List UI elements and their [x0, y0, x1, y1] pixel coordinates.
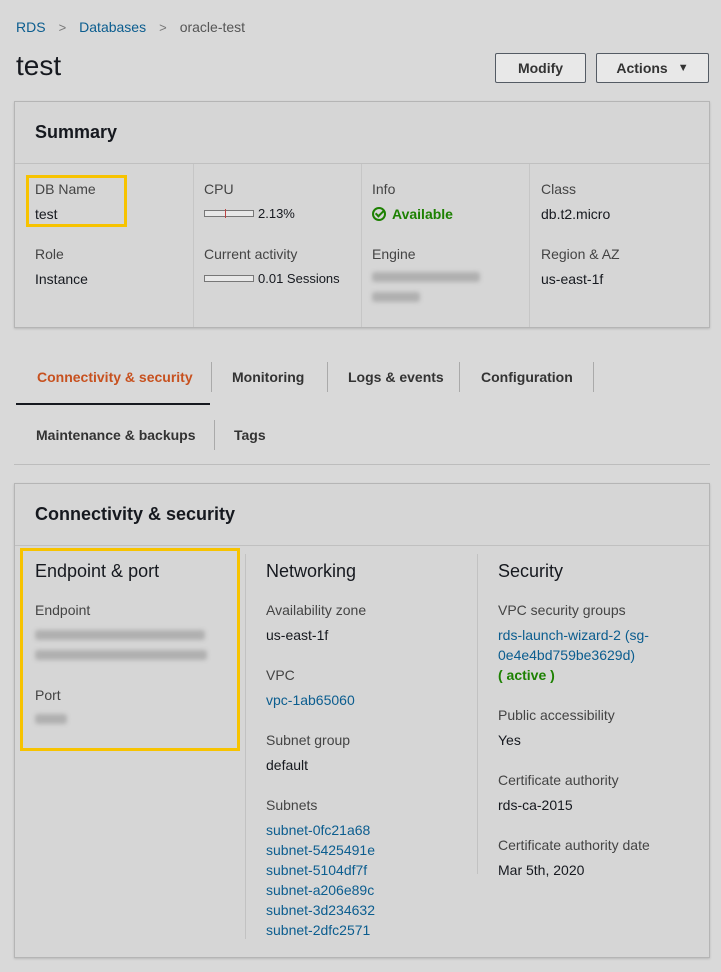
ca-date-value: Mar 5th, 2020: [498, 862, 585, 878]
region-label: Region & AZ: [541, 246, 620, 262]
modify-label: Modify: [517, 60, 564, 76]
tab-tags[interactable]: Tags: [234, 427, 266, 443]
security-group-link-cont[interactable]: 0e4e4bd759be3629d): [498, 647, 635, 663]
tab-divider: [459, 362, 460, 392]
endpoint-value-redacted: [35, 630, 205, 640]
subnet-link[interactable]: subnet-5104df7f: [266, 862, 367, 878]
column-divider: [245, 554, 246, 939]
db-name-label: DB Name: [35, 181, 96, 197]
endpoint-port-heading: Endpoint & port: [35, 561, 160, 581]
role-value: Instance: [35, 271, 88, 287]
engine-label: Engine: [372, 246, 416, 262]
breadcrumb: RDS > Databases > oracle-test: [16, 19, 245, 35]
class-label: Class: [541, 181, 577, 197]
tab-maintenance-backups[interactable]: Maintenance & backups: [36, 427, 196, 443]
breadcrumb-rds[interactable]: RDS: [16, 19, 46, 35]
public-access-value: Yes: [498, 732, 521, 748]
tab-divider: [214, 420, 215, 450]
cpu-meter: [204, 209, 254, 218]
security-groups-label: VPC security groups: [498, 602, 626, 618]
caret-down-icon: ▼: [677, 62, 689, 74]
connectivity-title: Connectivity & security: [15, 484, 709, 546]
chevron-right-icon: >: [58, 19, 67, 35]
public-access-label: Public accessibility: [498, 707, 615, 723]
port-value-redacted: [35, 714, 67, 724]
tab-divider: [327, 362, 328, 392]
breadcrumb-databases[interactable]: Databases: [79, 19, 146, 35]
endpoint-value-redacted-2: [35, 650, 207, 660]
port-label: Port: [35, 687, 61, 703]
db-name-value: test: [35, 206, 58, 222]
subnet-link[interactable]: subnet-2dfc2571: [266, 922, 370, 938]
column-divider: [477, 554, 478, 874]
tab-configuration[interactable]: Configuration: [481, 369, 573, 385]
check-circle-icon: [372, 207, 386, 221]
ca-value: rds-ca-2015: [498, 797, 573, 813]
activity-sessions-link[interactable]: 0.01 Sessions: [258, 271, 340, 286]
actions-button[interactable]: Actions ▼: [596, 53, 709, 83]
modify-button[interactable]: Modify: [495, 53, 586, 83]
status-badge: Available: [372, 206, 453, 222]
subnet-group-value: default: [266, 757, 309, 773]
endpoint-label: Endpoint: [35, 602, 91, 618]
activity-meter: [204, 275, 254, 282]
az-label: Availability zone: [266, 602, 367, 618]
active-tab-indicator: [16, 403, 210, 405]
summary-col-4: Class db.t2.micro Region & AZ us-east-1f: [529, 164, 709, 327]
page-title: test: [16, 50, 62, 81]
summary-title: Summary: [15, 102, 709, 164]
role-label: Role: [35, 246, 64, 262]
tab-logs-events[interactable]: Logs & events: [348, 369, 444, 385]
vpc-link[interactable]: vpc-1ab65060: [266, 692, 355, 708]
az-value: us-east-1f: [266, 627, 329, 643]
region-value: us-east-1f: [541, 271, 604, 287]
networking-heading: Networking: [266, 561, 357, 581]
subnet-link[interactable]: subnet-0fc21a68: [266, 822, 370, 838]
activity-label: Current activity: [204, 246, 298, 262]
tab-connectivity-security[interactable]: Connectivity & security: [37, 369, 193, 385]
info-label: Info: [372, 181, 396, 197]
tabs-divider: [14, 464, 710, 465]
info-value: Available: [392, 206, 453, 222]
summary-col-1: DB Name test Role Instance: [15, 164, 193, 327]
vpc-label: VPC: [266, 667, 295, 683]
subnet-link[interactable]: subnet-a206e89c: [266, 882, 374, 898]
summary-col-2: CPU 2.13% Current activity 0.01 Sessions: [193, 164, 361, 327]
ca-date-label: Certificate authority date: [498, 837, 650, 853]
tab-divider: [211, 362, 212, 392]
ca-label: Certificate authority: [498, 772, 619, 788]
cpu-value: 2.13%: [258, 206, 295, 221]
security-group-status: ( active ): [498, 667, 555, 683]
engine-value-redacted-2: [372, 292, 420, 302]
subnet-link[interactable]: subnet-3d234632: [266, 902, 375, 918]
subnets-label: Subnets: [266, 797, 318, 813]
security-heading: Security: [498, 561, 564, 581]
chevron-right-icon: >: [159, 19, 167, 35]
tab-divider: [593, 362, 594, 392]
cpu-label: CPU: [204, 181, 234, 197]
class-value: db.t2.micro: [541, 206, 611, 222]
summary-col-3: Info Available Engine: [361, 164, 529, 327]
subnet-group-label: Subnet group: [266, 732, 351, 748]
breadcrumb-current: oracle-test: [179, 19, 246, 35]
connectivity-panel: Connectivity & security Endpoint & port …: [14, 483, 710, 958]
tab-monitoring[interactable]: Monitoring: [232, 369, 304, 385]
engine-value-redacted: [372, 272, 480, 282]
summary-panel: Summary DB Name test Role Instance CPU 2…: [14, 101, 710, 328]
cpu-meter-fill: [225, 209, 226, 218]
security-group-link[interactable]: rds-launch-wizard-2 (sg-: [498, 627, 649, 643]
subnet-link[interactable]: subnet-5425491e: [266, 842, 375, 858]
actions-label: Actions: [616, 60, 668, 76]
